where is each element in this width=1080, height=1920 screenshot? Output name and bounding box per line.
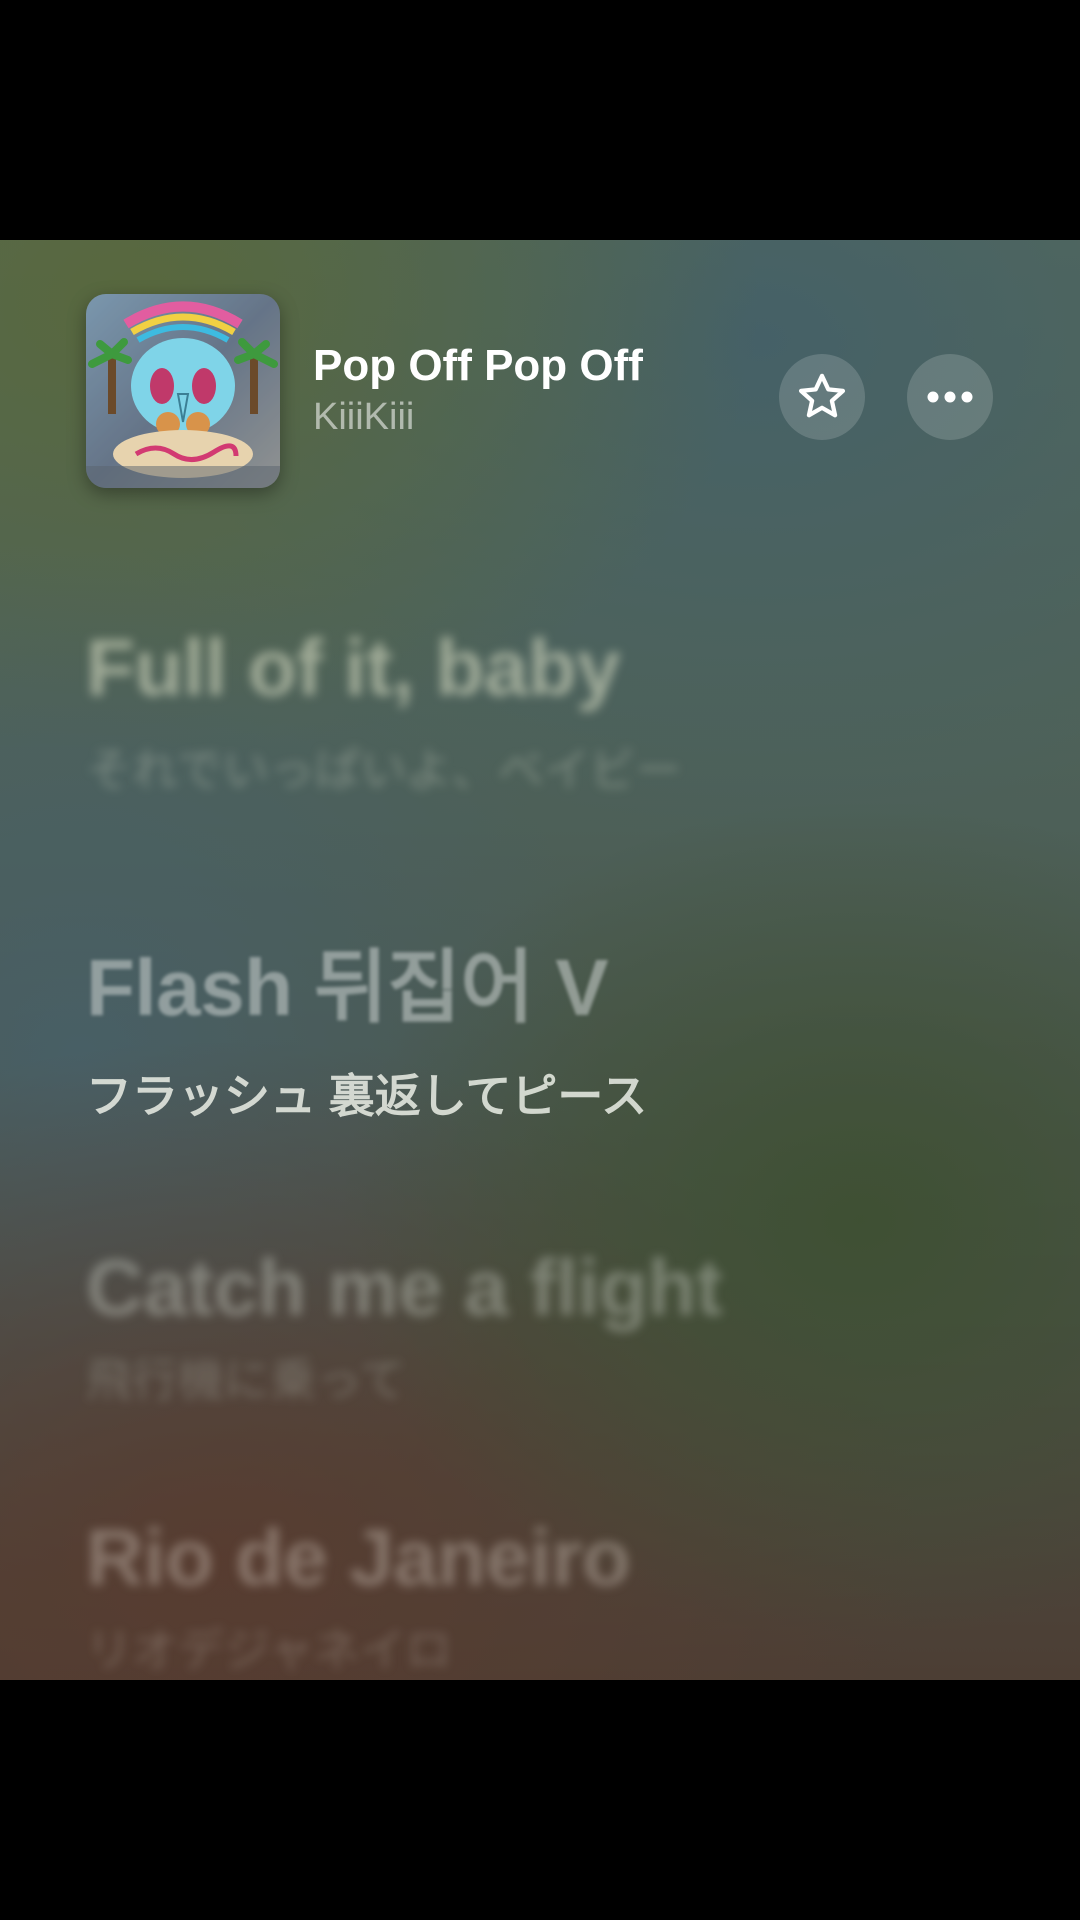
lyric-text: Rio de Janeiro <box>86 1513 631 1602</box>
lyric-text: Flash 뒤집어 V <box>86 943 609 1032</box>
lyric-line-current[interactable]: Flash 뒤집어 V フラッシュ 裏返してピース <box>86 940 986 1124</box>
lyric-translation: フラッシュ 裏返してピース <box>86 1070 648 1122</box>
letterbox-bottom <box>0 1680 1080 1920</box>
ellipsis-icon <box>927 391 973 403</box>
lyric-translation: それでいっぱいよ、ベイビー <box>86 744 682 796</box>
more-options-button[interactable] <box>907 354 993 440</box>
track-info[interactable]: Pop Off Pop Off KiiiKiii <box>313 340 733 440</box>
lyric-line[interactable]: Rio de Janeiro リオデジャネイロ <box>86 1510 986 1678</box>
letterbox-top <box>0 0 1080 240</box>
star-icon <box>798 373 846 418</box>
lyrics-player: Pop Off Pop Off KiiiKiii Full of it, bab… <box>0 240 1080 1680</box>
lyric-line[interactable]: Full of it, baby それでいっぱいよ、ベイビー <box>86 620 986 798</box>
lyric-line[interactable]: Catch me a flight 飛行機に乗って <box>86 1240 986 1408</box>
favorite-button[interactable] <box>779 354 865 440</box>
lyric-translation: 飛行機に乗って <box>86 1354 406 1406</box>
now-playing-header: Pop Off Pop Off KiiiKiii <box>0 240 1080 500</box>
album-artwork[interactable] <box>86 294 280 488</box>
track-title: Pop Off Pop Off <box>313 341 643 390</box>
lyric-text: Catch me a flight <box>86 1243 723 1332</box>
track-artist[interactable]: KiiiKiii <box>313 394 733 440</box>
screen: Pop Off Pop Off KiiiKiii Full of it, bab… <box>0 0 1080 1920</box>
lyric-translation: リオデジャネイロ <box>86 1624 452 1676</box>
album-artwork-image <box>86 294 280 488</box>
lyric-text: Full of it, baby <box>86 623 621 712</box>
